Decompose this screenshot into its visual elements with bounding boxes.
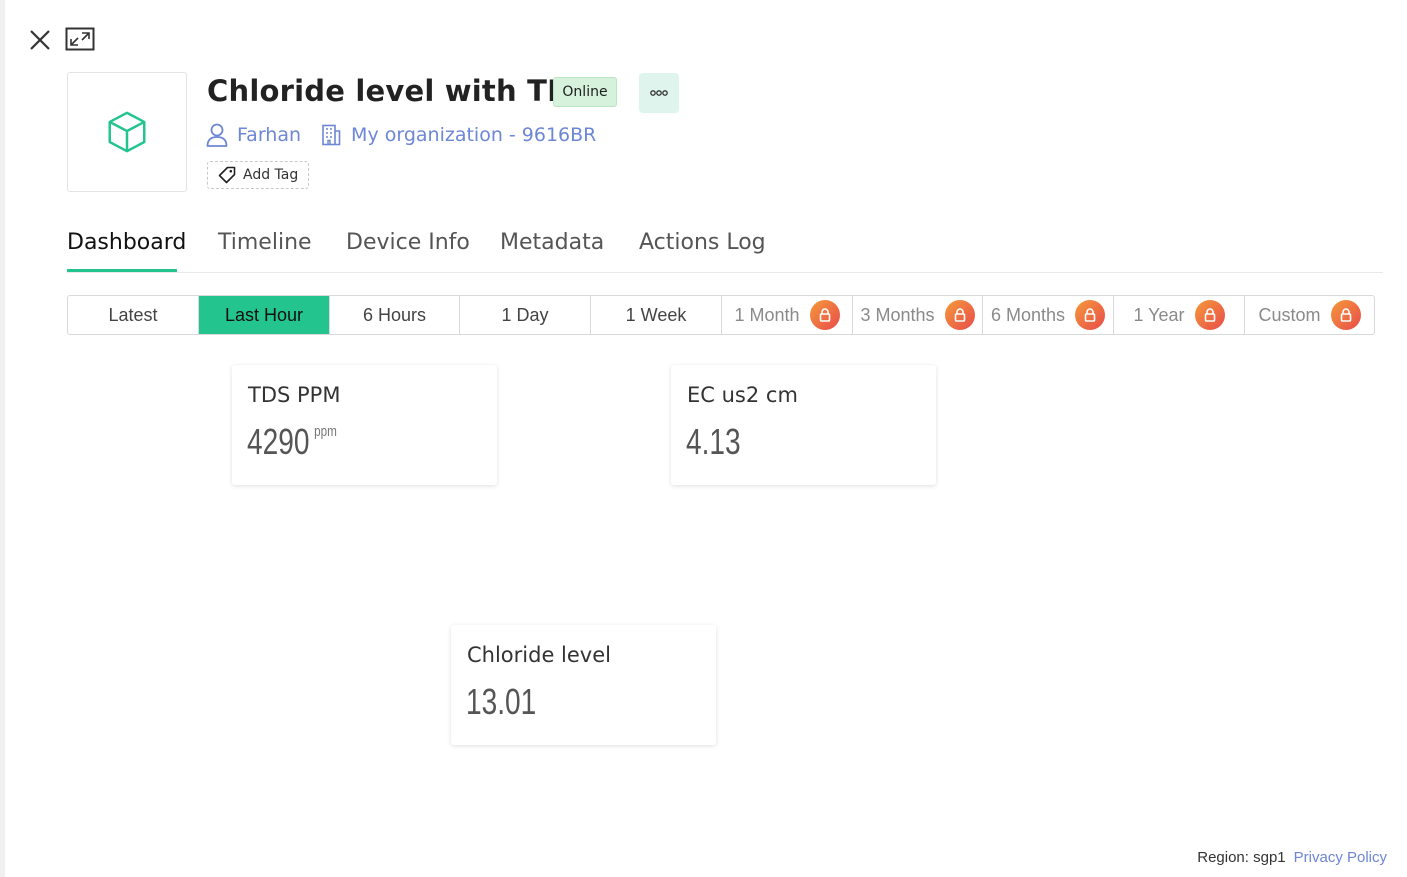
device-owner-row: Farhan My organization - 9616BR (206, 122, 596, 148)
value-number: 4.13 (686, 421, 741, 462)
device-title: Chloride level with TDS (207, 74, 593, 108)
footer: Region: sgp1 Privacy Policy (1197, 849, 1387, 866)
range-label: Custom (1258, 304, 1321, 325)
more-options-button[interactable] (639, 73, 679, 113)
more-dots-icon (650, 90, 668, 96)
widget-value: 4290 ppm (247, 421, 337, 463)
range-1-year[interactable]: 1 Year (1114, 296, 1245, 334)
tab-actions-log[interactable]: Actions Log (639, 230, 766, 255)
left-edge-divider (0, 0, 5, 877)
range-6-hours[interactable]: 6 Hours (330, 296, 460, 334)
active-tab-indicator (67, 269, 177, 272)
range-label: 3 Months (860, 304, 935, 325)
range-label: 1 Day (501, 304, 549, 325)
range-1-week[interactable]: 1 Week (591, 296, 722, 334)
tab-device-info[interactable]: Device Info (346, 230, 470, 255)
range-label: Last Hour (224, 304, 304, 325)
range-3-months[interactable]: 3 Months (853, 296, 983, 334)
range-label: 6 Months (990, 304, 1066, 325)
widget-ec: EC us2 cm 4.13 (671, 365, 936, 485)
widget-value: 4.13 (686, 421, 741, 463)
range-label: 6 Hours (362, 304, 427, 325)
time-range-selector: Latest Last Hour 6 Hours 1 Day 1 Week 1 … (67, 295, 1375, 335)
device-tabs: Dashboard Timeline Device Info Metadata … (67, 222, 1383, 273)
tag-icon (218, 166, 236, 184)
cube-icon (108, 111, 146, 153)
user-icon (206, 123, 228, 147)
widget-tds-ppm: TDS PPM 4290 ppm (232, 365, 497, 485)
range-custom[interactable]: Custom (1245, 296, 1374, 334)
range-6-months[interactable]: 6 Months (983, 296, 1114, 334)
add-tag-button[interactable]: Add Tag (207, 161, 309, 189)
range-label: Latest (108, 304, 158, 325)
lock-icon (1194, 300, 1225, 330)
owner-link[interactable]: Farhan (237, 124, 301, 146)
device-image (67, 72, 187, 192)
widget-title: EC us2 cm (687, 383, 798, 407)
expand-icon (65, 27, 95, 51)
range-label: 1 Year (1133, 304, 1185, 325)
expand-button[interactable] (64, 25, 96, 53)
widget-value: 13.01 (466, 681, 536, 723)
range-latest[interactable]: Latest (68, 296, 199, 334)
range-last-hour[interactable]: Last Hour (199, 296, 330, 334)
privacy-policy-link[interactable]: Privacy Policy (1294, 849, 1387, 866)
status-badge: Online (553, 77, 617, 107)
building-icon (321, 124, 341, 146)
range-1-day[interactable]: 1 Day (460, 296, 591, 334)
organization-link[interactable]: My organization - 9616BR (351, 124, 596, 146)
add-tag-label: Add Tag (243, 167, 299, 183)
value-number: 13.01 (466, 681, 537, 722)
close-button[interactable] (26, 26, 54, 54)
tab-timeline[interactable]: Timeline (218, 230, 312, 255)
value-unit: ppm (314, 423, 337, 440)
widget-title: Chloride level (467, 643, 611, 667)
close-icon (30, 30, 50, 50)
value-number: 4290 (247, 421, 310, 462)
lock-icon (1330, 300, 1361, 330)
range-1-month[interactable]: 1 Month (722, 296, 853, 334)
tab-metadata[interactable]: Metadata (500, 230, 604, 255)
range-label: 1 Month (734, 304, 800, 325)
widget-title: TDS PPM (248, 383, 341, 407)
region-label: Region: sgp1 (1197, 849, 1286, 866)
lock-icon (944, 300, 975, 330)
range-label: 1 Week (625, 304, 687, 325)
widget-chloride-level: Chloride level 13.01 (451, 625, 716, 745)
lock-icon (1075, 300, 1106, 330)
lock-icon (809, 300, 840, 330)
tab-dashboard[interactable]: Dashboard (67, 230, 186, 255)
